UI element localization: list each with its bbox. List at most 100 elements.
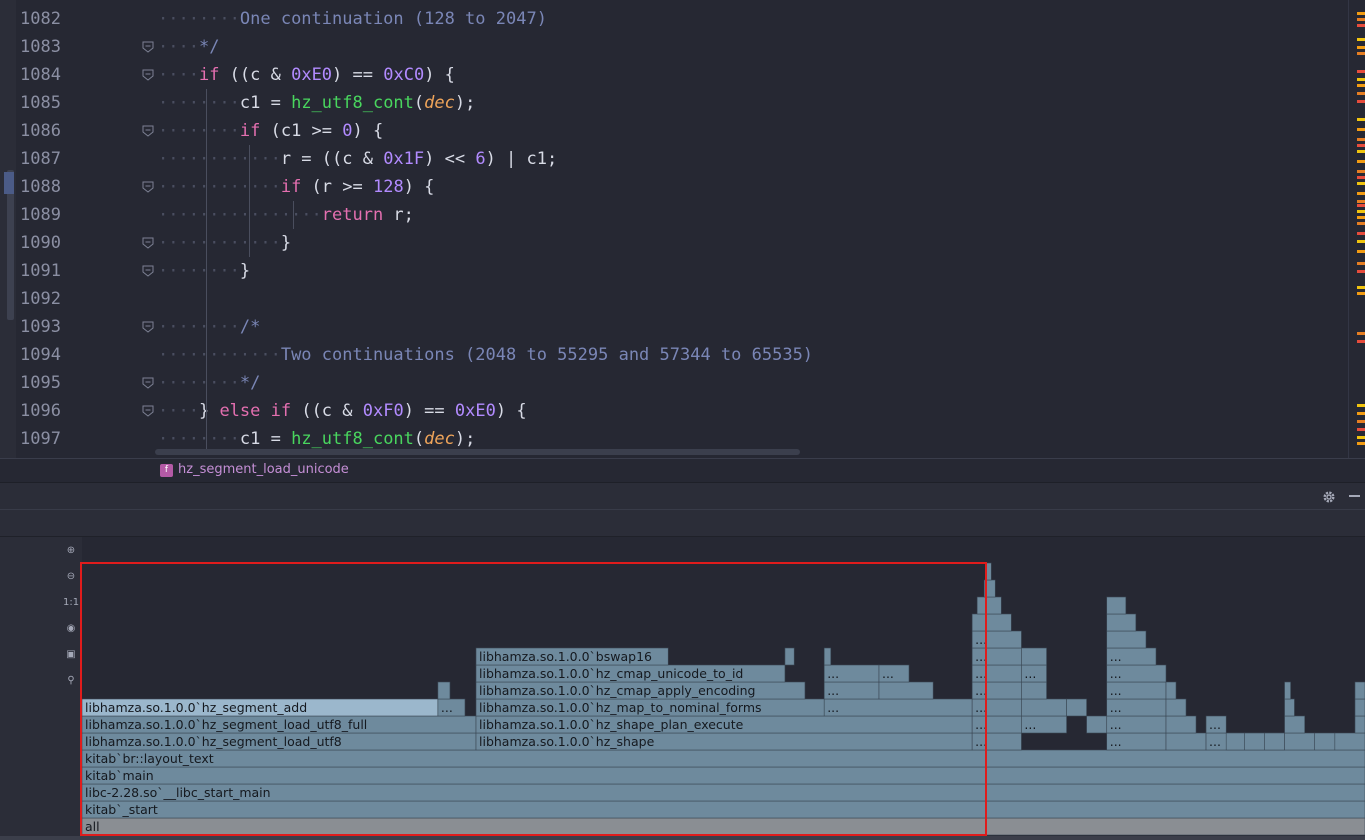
flame-frame[interactable]: libhamza.so.1.0.0`hz_cmap_apply_encoding [475, 681, 806, 700]
flame-frame[interactable]: ... [971, 732, 1022, 751]
stripe-marker[interactable] [1357, 442, 1365, 445]
flame-frame[interactable] [1284, 715, 1305, 734]
code-line[interactable]: ········} [158, 257, 250, 285]
flame-frame[interactable]: ... [1106, 715, 1167, 734]
code-line[interactable]: ········/* [158, 313, 260, 341]
code-area[interactable]: ········One continuation (128 to 2047) ··… [158, 0, 1348, 458]
code-line[interactable]: ········if (c1 >= 0) { [158, 117, 383, 145]
flame-frame-rect[interactable] [1165, 681, 1177, 700]
stripe-marker[interactable] [1357, 262, 1365, 265]
flame-frame[interactable] [1244, 732, 1265, 751]
flame-frame-rect[interactable] [437, 681, 451, 700]
flame-frame[interactable]: ... [1021, 715, 1067, 734]
flame-frame[interactable]: libhamza.so.1.0.0`hz_segment_add [82, 698, 439, 717]
fold-icon[interactable] [142, 41, 154, 53]
horizontal-scrollbar[interactable] [155, 449, 800, 455]
stripe-marker[interactable] [1357, 12, 1365, 15]
stripe-marker[interactable] [1357, 340, 1365, 343]
flame-frame[interactable] [1021, 698, 1067, 717]
flame-frame-rect[interactable] [1354, 681, 1365, 700]
code-line[interactable]: ············Two continuations (2048 to 5… [158, 341, 813, 369]
flame-frame[interactable] [1165, 715, 1197, 734]
flame-frame[interactable] [1334, 732, 1365, 751]
flame-frame[interactable]: ... [823, 681, 880, 700]
flame-frame-rect[interactable] [1284, 698, 1295, 717]
stripe-marker[interactable] [1357, 292, 1365, 295]
flame-frame-rect[interactable] [1165, 698, 1187, 717]
stripe-marker[interactable] [1357, 412, 1365, 415]
flame-frame-rect[interactable] [985, 562, 992, 581]
flame-frame[interactable]: ... [1106, 647, 1157, 666]
flame-frame-rect[interactable] [1106, 596, 1127, 615]
flame-frame[interactable]: kitab`_start [82, 800, 1365, 819]
flame-frame-rect[interactable] [983, 579, 996, 598]
flame-frame[interactable]: ... [878, 664, 910, 683]
flame-frame[interactable]: libhamza.so.1.0.0`hz_segment_load_utf8_f… [82, 715, 477, 734]
fold-icon[interactable] [142, 321, 154, 333]
flame-frame[interactable] [976, 596, 1002, 615]
flame-frame[interactable]: ... [823, 698, 973, 717]
stripe-marker[interactable] [1357, 182, 1365, 185]
stripe-marker[interactable] [1357, 78, 1365, 81]
flame-frame-rect[interactable] [784, 647, 795, 666]
stripe-marker[interactable] [1357, 270, 1365, 273]
flame-frame-rect[interactable] [971, 613, 1012, 632]
stripe-marker[interactable] [1357, 170, 1365, 173]
stripe-marker[interactable] [1357, 404, 1365, 407]
search-icon[interactable]: ⚲ [63, 673, 79, 689]
gear-icon[interactable] [1322, 489, 1336, 508]
flame-frame-rect[interactable] [82, 783, 1365, 802]
stripe-marker[interactable] [1357, 150, 1365, 153]
flame-frame[interactable] [1165, 681, 1177, 700]
stripe-marker[interactable] [1357, 232, 1365, 235]
code-line[interactable]: ············r = ((c & 0x1F) << 6) | c1; [158, 145, 557, 173]
code-line[interactable]: ············} [158, 229, 291, 257]
flame-frame[interactable]: ... [971, 698, 1022, 717]
flame-frame-rect[interactable] [1244, 732, 1265, 751]
fold-icon[interactable] [142, 377, 154, 389]
flame-frame-rect[interactable] [1225, 732, 1245, 751]
flame-frame-rect[interactable] [1284, 732, 1316, 751]
flame-frame-rect[interactable] [1165, 715, 1197, 734]
flame-frame[interactable]: ... [823, 664, 880, 683]
flame-frame[interactable] [1106, 613, 1137, 632]
flame-frame[interactable]: ... [1205, 715, 1227, 734]
stripe-marker[interactable] [1357, 128, 1365, 131]
flame-graph[interactable]: all kitab`_start libc-2.28.so`__libc_start… [82, 537, 1365, 840]
flame-frame[interactable]: ... [971, 715, 1022, 734]
flame-frame[interactable] [1165, 732, 1207, 751]
bottom-scrollbar[interactable] [0, 836, 1365, 840]
error-stripe[interactable] [1348, 0, 1365, 458]
flame-frame[interactable] [878, 681, 934, 700]
flame-frame[interactable]: libhamza.so.1.0.0`hz_cmap_unicode_to_id [475, 664, 786, 683]
flame-frame[interactable] [1021, 647, 1047, 666]
stripe-marker[interactable] [1357, 222, 1365, 225]
code-line[interactable]: ····} else if ((c & 0xF0) == 0xE0) { [158, 397, 527, 425]
line-number-gutter[interactable]: 1082 1083 1084 1085 1086 1087 1088 1089 1090 1091… [16, 0, 154, 458]
code-line[interactable]: ········One continuation (128 to 2047) [158, 5, 547, 33]
stripe-marker[interactable] [1357, 216, 1365, 219]
flame-frame[interactable] [1264, 732, 1285, 751]
flame-frame[interactable]: ... [437, 698, 466, 717]
stripe-marker[interactable] [1357, 46, 1365, 49]
fold-icon[interactable] [142, 181, 154, 193]
flame-frame[interactable] [1021, 681, 1047, 700]
eye-icon[interactable]: ◉ [63, 621, 79, 637]
flame-frame-rect[interactable] [1066, 698, 1087, 717]
flame-frame[interactable]: ... [1106, 732, 1167, 751]
flame-frame[interactable] [985, 562, 992, 581]
fold-icon[interactable] [142, 237, 154, 249]
flame-frame[interactable] [1284, 698, 1295, 717]
flame-frame-rect[interactable] [1354, 715, 1365, 734]
stripe-marker[interactable] [1357, 240, 1365, 243]
flame-frame[interactable]: kitab`main [82, 766, 1365, 785]
code-line[interactable]: ················return r; [158, 201, 414, 229]
zoom-in-icon[interactable]: ⊕ [63, 543, 79, 559]
flame-frame[interactable] [1284, 681, 1291, 700]
fold-icon[interactable] [142, 405, 154, 417]
code-line[interactable]: ····*/ [158, 33, 219, 61]
flame-frame[interactable]: libhamza.so.1.0.0`hz_shape [475, 732, 973, 751]
stripe-marker[interactable] [1357, 100, 1365, 103]
stripe-marker[interactable] [1357, 176, 1365, 179]
flame-frame-rect[interactable] [1284, 715, 1305, 734]
